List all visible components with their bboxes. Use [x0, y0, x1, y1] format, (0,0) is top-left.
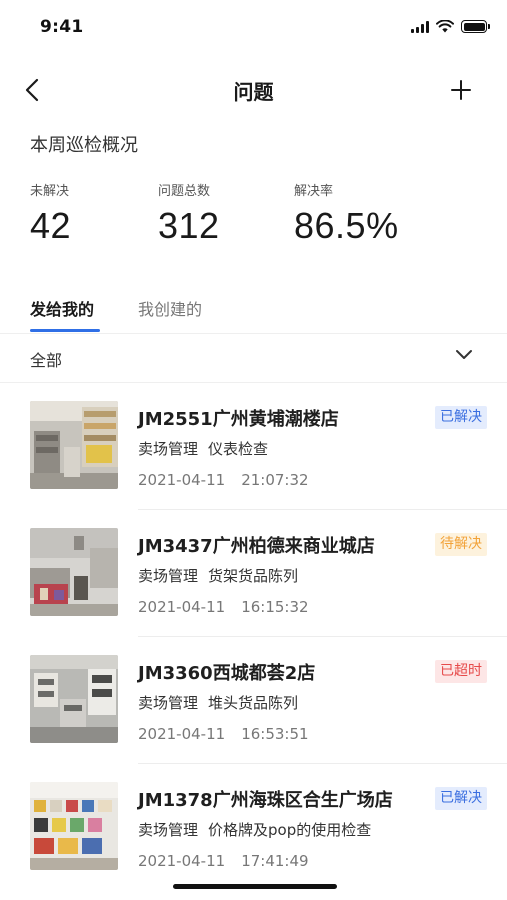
summary-stats: 未解决 42 问题总数 312 解决率 86.5%: [30, 180, 490, 250]
issue-list-item[interactable]: JM3437广州柏德来商业城店 卖场管理 货架货品陈列 2021-04-11 16:…: [0, 510, 507, 637]
issue-thumbnail: [30, 401, 118, 489]
issue-item-label: 货架货品陈列: [208, 567, 299, 585]
tab-sent-to-me[interactable]: 发给我的: [30, 296, 94, 320]
stat-total: 问题总数 312: [158, 180, 220, 247]
issue-thumbnail: [30, 528, 118, 616]
stat-resolve-rate: 解决率 86.5%: [294, 180, 399, 247]
status-bar: 9:41: [0, 0, 507, 58]
filter-label: 全部: [30, 351, 63, 370]
tab-bar: 发给我的 我创建的: [0, 288, 507, 334]
issue-list-item[interactable]: JM1378广州海珠区合生广场店 卖场管理 价格牌及pop的使用检查 2021-0…: [0, 764, 507, 891]
issue-timestamp: 2021-04-11 16:15:32: [138, 598, 309, 616]
wifi-icon: [436, 20, 454, 33]
issue-category-label: 卖场管理: [138, 694, 199, 712]
issue-category: 卖场管理 货架货品陈列: [138, 565, 298, 586]
issue-category-label: 卖场管理: [138, 440, 199, 458]
issue-date: 2021-04-11: [138, 598, 226, 616]
issue-timestamp: 2021-04-11 16:53:51: [138, 725, 309, 743]
stat-label: 解决率: [294, 184, 334, 199]
add-issue-button[interactable]: [445, 72, 477, 108]
issue-store-name: JM1378广州海珠区合生广场店: [138, 790, 393, 811]
battery-icon: [461, 20, 490, 33]
issue-category-label: 卖场管理: [138, 821, 199, 839]
issue-category-label: 卖场管理: [138, 567, 199, 585]
issue-item-label: 堆头货品陈列: [208, 694, 299, 712]
stat-unresolved: 未解决 42: [30, 180, 71, 247]
issue-store-name: JM3437广州柏德来商业城店: [138, 536, 375, 557]
issue-list-item[interactable]: JM2551广州黄埔潮楼店 卖场管理 仪表检查 2021-04-11 21:07:3…: [0, 383, 507, 510]
tab-active-indicator: [30, 329, 100, 332]
issue-clock: 17:41:49: [241, 852, 309, 870]
status-badge: 已超时: [435, 660, 487, 683]
status-badge: 待解决: [435, 533, 487, 556]
issue-clock: 21:07:32: [241, 471, 309, 489]
page-title: 问题: [233, 80, 274, 104]
issue-clock: 16:53:51: [241, 725, 309, 743]
issue-category: 卖场管理 仪表检查: [138, 438, 268, 459]
nav-bar: 问题: [0, 66, 507, 114]
issue-item-label: 仪表检查: [208, 440, 269, 458]
issue-category: 卖场管理 价格牌及pop的使用检查: [138, 819, 371, 840]
issue-store-name: JM3360西城都荟2店: [138, 663, 316, 684]
signal-icon: [411, 20, 429, 33]
stat-label: 问题总数: [158, 184, 211, 199]
issue-category: 卖场管理 堆头货品陈列: [138, 692, 298, 713]
issue-item-label: 价格牌及pop的使用检查: [208, 821, 372, 839]
issue-date: 2021-04-11: [138, 725, 226, 743]
home-indicator[interactable]: [173, 884, 337, 889]
stat-label: 未解决: [30, 184, 70, 199]
issue-date: 2021-04-11: [138, 471, 226, 489]
status-time: 9:41: [40, 17, 84, 37]
issue-timestamp: 2021-04-11 17:41:49: [138, 852, 309, 870]
issue-thumbnail: [30, 782, 118, 870]
issue-clock: 16:15:32: [241, 598, 309, 616]
filter-dropdown[interactable]: 全部: [0, 335, 507, 383]
issue-thumbnail: [30, 655, 118, 743]
plus-icon: [451, 80, 471, 100]
status-icons: [411, 20, 490, 33]
summary-title: 本周巡检概况: [30, 135, 138, 156]
status-badge: 已解决: [435, 787, 487, 810]
stat-value: 42: [30, 205, 72, 246]
issue-timestamp: 2021-04-11 21:07:32: [138, 471, 309, 489]
chevron-down-icon: [456, 350, 472, 359]
issue-date: 2021-04-11: [138, 852, 226, 870]
status-badge: 已解决: [435, 406, 487, 429]
issue-store-name: JM2551广州黄埔潮楼店: [138, 409, 339, 430]
issue-list-item[interactable]: JM3360西城都荟2店 卖场管理 堆头货品陈列 2021-04-11 16:53:…: [0, 637, 507, 764]
tab-created-by-me[interactable]: 我创建的: [138, 296, 202, 320]
stat-value: 312: [158, 205, 220, 246]
stat-value: 86.5%: [294, 205, 399, 246]
